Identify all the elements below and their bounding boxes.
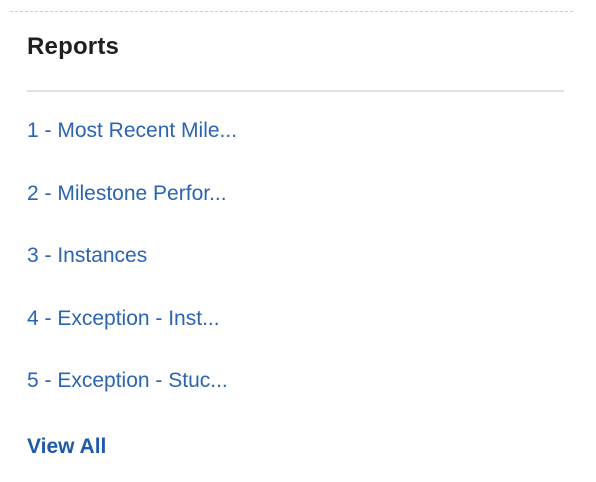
reports-panel: Reports 1 - Most Recent Mile... 2 - Mile…: [0, 0, 596, 482]
report-link-4[interactable]: 4 - Exception - Inst...: [27, 298, 237, 340]
view-all-link[interactable]: View All: [27, 435, 106, 459]
top-divider: [10, 11, 573, 12]
heading-divider: [27, 90, 564, 92]
reports-heading: Reports: [27, 33, 120, 60]
list-item: 3 - Instances: [27, 235, 237, 277]
list-item: 4 - Exception - Inst...: [27, 298, 237, 340]
report-link-2[interactable]: 2 - Milestone Perfor...: [27, 173, 237, 215]
list-item: 5 - Exception - Stuc...: [27, 360, 237, 402]
report-link-5[interactable]: 5 - Exception - Stuc...: [27, 360, 237, 402]
report-list: 1 - Most Recent Mile... 2 - Milestone Pe…: [27, 110, 237, 423]
list-item: 1 - Most Recent Mile...: [27, 110, 237, 152]
report-link-3[interactable]: 3 - Instances: [27, 235, 237, 277]
list-item: 2 - Milestone Perfor...: [27, 173, 237, 215]
report-link-1[interactable]: 1 - Most Recent Mile...: [27, 110, 237, 152]
